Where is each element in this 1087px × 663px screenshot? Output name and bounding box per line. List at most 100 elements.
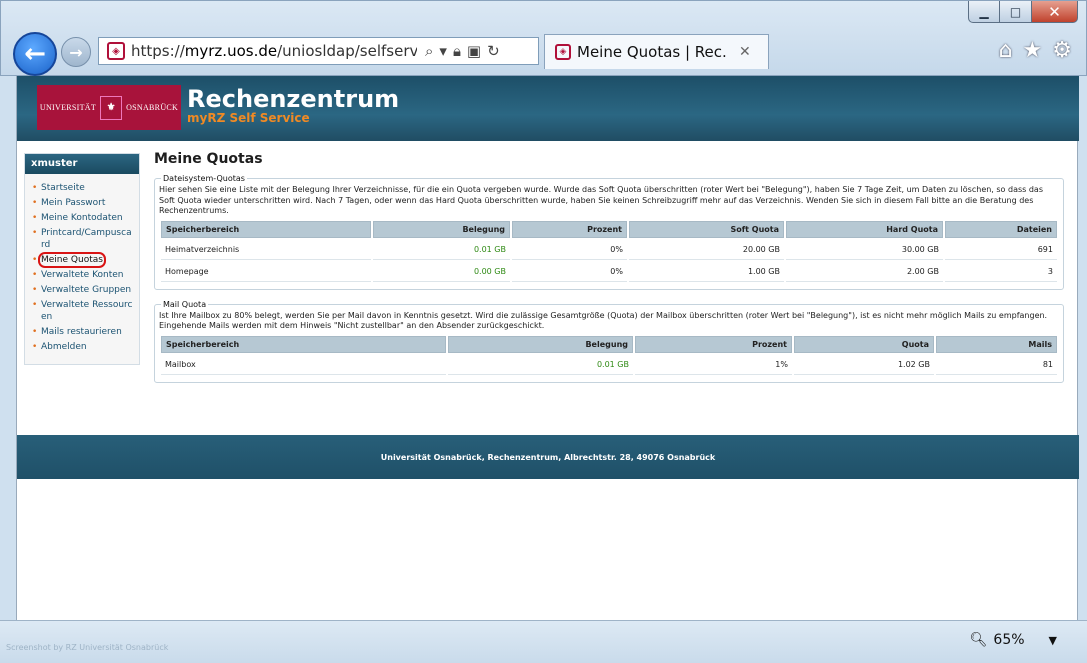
sidebar-item-abmelden[interactable]: Abmelden <box>25 341 139 353</box>
table-cell: 20.00 GB <box>629 239 784 260</box>
sidebar: xmuster Startseite Mein Passwort Meine K… <box>24 153 140 365</box>
sidebar-item-verwaltete-konten[interactable]: Verwaltete Konten <box>25 269 139 281</box>
forward-arrow-icon[interactable]: → <box>61 37 91 67</box>
column-header: Soft Quota <box>629 220 784 238</box>
minimize-button[interactable]: ▁ <box>968 1 1000 23</box>
tab-title: Meine Quotas | Rec... <box>577 43 727 61</box>
browser-toolbar: ▁ □ ✕ ← → ◈ https://myrz.uos.de/unioslda… <box>0 0 1087 76</box>
table-cell: 30.00 GB <box>786 239 943 260</box>
mail-quota-legend: Mail Quota <box>163 299 207 309</box>
filesystem-quota-table: Speicherbereich Belegung Prozent Soft Qu… <box>159 219 1059 284</box>
table-row: Homepage 0.00 GB 0% 1.00 GB 2.00 GB 3 <box>161 261 1057 282</box>
table-cell: 81 <box>936 354 1057 375</box>
sidebar-item-label: Startseite <box>41 183 85 193</box>
status-bar: Screenshot by RZ Universität Osnabrück 🔍… <box>0 620 1087 663</box>
dropdown-icon[interactable]: ▾ <box>439 42 447 60</box>
site-favicon-icon: ◈ <box>107 42 125 60</box>
column-header: Speicherbereich <box>161 220 371 238</box>
sidebar-item-label: Printcard/Campuscard <box>41 228 132 250</box>
table-cell: 0% <box>512 239 627 260</box>
sidebar-item-mein-passwort[interactable]: Mein Passwort <box>25 197 139 209</box>
tab-favicon-icon: ◈ <box>555 44 571 60</box>
page-viewport: UNIVERSITÄT ⚜ OSNABRÜCK Rechenzentrum my… <box>16 76 1079 620</box>
table-header-row: Speicherbereich Belegung Prozent Quota M… <box>161 335 1057 353</box>
sidebar-item-verwaltete-gruppen[interactable]: Verwaltete Gruppen <box>25 284 139 296</box>
main-content: Meine Quotas Dateisystem-Quotas Hier seh… <box>154 151 1064 393</box>
site-subtitle: myRZ Self Service <box>187 111 310 125</box>
zoom-level: 65% <box>993 632 1025 648</box>
address-tools: ⌕ ▾ 🔒︎ ▣ ↻ <box>425 42 500 60</box>
compatibility-icon[interactable]: ▣ <box>467 42 481 60</box>
column-header: Quota <box>794 335 934 353</box>
back-arrow-icon[interactable]: ← <box>13 32 57 76</box>
table-cell: Heimatverzeichnis <box>161 239 371 260</box>
table-cell: 3 <box>945 261 1057 282</box>
table-cell: 0.01 GB <box>448 354 633 375</box>
sidebar-item-printcard[interactable]: Printcard/Campuscard <box>25 227 139 251</box>
table-cell: Mailbox <box>161 354 446 375</box>
address-bar[interactable]: ◈ https://myrz.uos.de/uniosldap/selfserv… <box>98 37 539 65</box>
column-header: Speicherbereich <box>161 335 446 353</box>
sidebar-item-label: Verwaltete Ressourcen <box>41 300 133 322</box>
logo-text-right: OSNABRÜCK <box>126 103 179 112</box>
table-cell: Homepage <box>161 261 371 282</box>
zoom-magnifier-icon: 🔍︎ <box>969 632 988 648</box>
table-cell: 0.01 GB <box>373 239 510 260</box>
sidebar-item-meine-kontodaten[interactable]: Meine Kontodaten <box>25 212 139 224</box>
table-cell: 1.00 GB <box>629 261 784 282</box>
sidebar-item-label: Mails restaurieren <box>41 327 122 337</box>
search-icon[interactable]: ⌕ <box>425 42 433 60</box>
table-row: Mailbox 0.01 GB 1% 1.02 GB 81 <box>161 354 1057 375</box>
window-controls: ▁ □ ✕ <box>968 1 1078 23</box>
sidebar-item-label: Meine Kontodaten <box>41 213 123 223</box>
sidebar-item-label: Meine Quotas <box>38 252 106 268</box>
sidebar-item-mails-restaurieren[interactable]: Mails restaurieren <box>25 326 139 338</box>
sidebar-menu: Startseite Mein Passwort Meine Kontodate… <box>25 174 139 353</box>
table-cell: 1.02 GB <box>794 354 934 375</box>
tab-close-icon[interactable]: ✕ <box>739 44 751 60</box>
home-icon[interactable]: ⌂ <box>999 38 1013 63</box>
filesystem-quota-legend: Dateisystem-Quotas <box>163 174 245 183</box>
site-header: UNIVERSITÄT ⚜ OSNABRÜCK Rechenzentrum my… <box>17 76 1079 141</box>
table-cell: 1% <box>635 354 792 375</box>
sidebar-item-meine-quotas[interactable]: Meine Quotas <box>25 252 139 268</box>
table-cell: 691 <box>945 239 1057 260</box>
url-path: /uniosldap/selfservice/ <box>277 42 417 60</box>
table-cell: 0.00 GB <box>373 261 510 282</box>
maximize-button[interactable]: □ <box>1000 1 1032 23</box>
favorites-star-icon[interactable]: ★ <box>1023 38 1043 63</box>
column-header: Belegung <box>373 220 510 238</box>
mail-quota-section: Mail Quota Ist Ihre Mailbox zu 80% beleg… <box>154 299 1064 383</box>
table-cell: 0% <box>512 261 627 282</box>
lock-icon[interactable]: 🔒︎ <box>453 42 461 60</box>
mail-quota-intro: Ist Ihre Mailbox zu 80% belegt, werden S… <box>159 310 1048 331</box>
footer-address: Universität Osnabrück, Rechenzentrum, Al… <box>380 452 716 462</box>
address-url[interactable]: https://myrz.uos.de/uniosldap/selfservic… <box>131 42 417 60</box>
sidebar-item-startseite[interactable]: Startseite <box>25 182 139 194</box>
site-title: Rechenzentrum <box>187 85 400 113</box>
tab-meine-quotas[interactable]: ◈ Meine Quotas | Rec... ✕ <box>544 34 769 69</box>
filesystem-quota-intro: Hier sehen Sie eine Liste mit der Belegu… <box>159 185 1044 215</box>
mail-quota-table: Speicherbereich Belegung Prozent Quota M… <box>159 334 1059 377</box>
zoom-dropdown-icon[interactable]: ▼ <box>1049 634 1057 647</box>
settings-gear-icon[interactable]: ⚙ <box>1052 38 1072 63</box>
zoom-control[interactable]: 🔍︎ 65% ▼ <box>970 632 1057 648</box>
column-header: Hard Quota <box>786 220 943 238</box>
logo-text-left: UNIVERSITÄT <box>39 103 97 112</box>
sidebar-item-verwaltete-ressourcen[interactable]: Verwaltete Ressourcen <box>25 299 139 323</box>
url-prefix: https:// <box>131 42 185 60</box>
column-header: Mails <box>936 335 1057 353</box>
sidebar-username: xmuster <box>25 154 139 174</box>
close-button[interactable]: ✕ <box>1032 1 1078 23</box>
seal-icon: ⚜ <box>100 95 123 120</box>
table-row: Heimatverzeichnis 0.01 GB 0% 20.00 GB 30… <box>161 239 1057 260</box>
column-header: Belegung <box>448 335 633 353</box>
sidebar-item-label: Verwaltete Konten <box>41 270 124 280</box>
sidebar-item-label: Verwaltete Gruppen <box>41 285 132 295</box>
refresh-icon[interactable]: ↻ <box>487 42 500 60</box>
table-header-row: Speicherbereich Belegung Prozent Soft Qu… <box>161 220 1057 238</box>
column-header: Prozent <box>512 220 627 238</box>
page-title: Meine Quotas <box>154 151 263 167</box>
status-text: Screenshot by RZ Universität Osnabrück <box>6 643 169 652</box>
university-logo[interactable]: UNIVERSITÄT ⚜ OSNABRÜCK <box>37 85 181 130</box>
